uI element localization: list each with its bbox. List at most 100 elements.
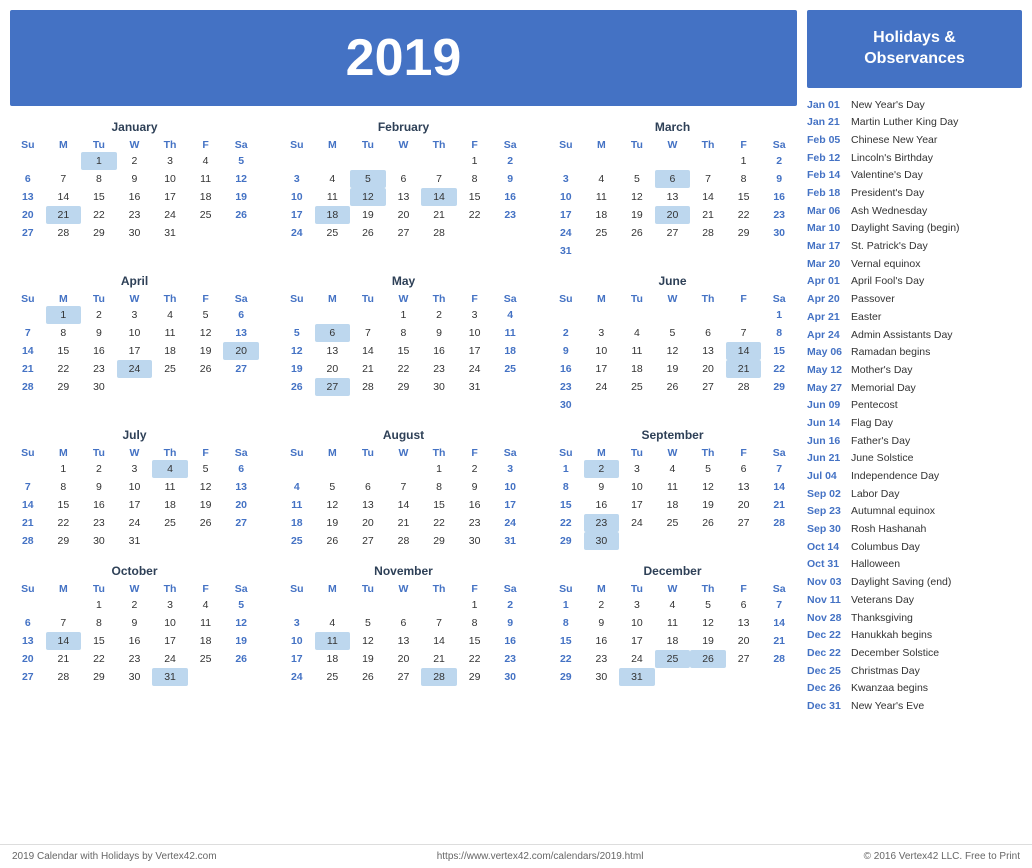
- calendar-day: 18: [279, 514, 315, 532]
- holiday-name: Ash Wednesday: [851, 204, 927, 219]
- day-header: F: [188, 292, 224, 306]
- holiday-name: New Year's Day: [851, 98, 925, 113]
- calendar-day: 23: [761, 206, 797, 224]
- calendar-day: 2: [457, 460, 493, 478]
- calendar-day: 17: [117, 496, 153, 514]
- holiday-item: Nov 28Thanksgiving: [807, 611, 1022, 626]
- month-may: MaySuMTuWThFSa12345678910111213141516171…: [279, 274, 528, 414]
- calendar-day: 25: [188, 650, 224, 668]
- holiday-item: Feb 12Lincoln's Birthday: [807, 151, 1022, 166]
- calendar-day: 13: [386, 188, 422, 206]
- calendar-day: 23: [117, 206, 153, 224]
- month-title: July: [10, 428, 259, 442]
- holiday-date: Dec 26: [807, 681, 845, 696]
- calendar-day: 28: [421, 224, 457, 242]
- calendar-day: 15: [457, 632, 493, 650]
- month-title: April: [10, 274, 259, 288]
- calendar-day: [619, 242, 655, 260]
- holiday-item: Jan 01New Year's Day: [807, 98, 1022, 113]
- calendar-day: [117, 378, 153, 396]
- holiday-item: May 27Memorial Day: [807, 381, 1022, 396]
- calendar-day: 19: [188, 342, 224, 360]
- calendar-day: 22: [46, 514, 82, 532]
- calendar-day: 14: [386, 496, 422, 514]
- day-header: Sa: [492, 582, 528, 596]
- holiday-item: Jun 16Father's Day: [807, 434, 1022, 449]
- calendar-day: 26: [350, 224, 386, 242]
- calendar-day: [386, 152, 422, 170]
- calendar-day: [655, 242, 691, 260]
- month-table: SuMTuWThFSa12345678910111213141516171819…: [548, 446, 797, 550]
- calendar-day: 4: [492, 306, 528, 324]
- calendar-day: 5: [188, 306, 224, 324]
- calendar-day: 1: [386, 306, 422, 324]
- month-title: November: [279, 564, 528, 578]
- footer-center: https://www.vertex42.com/calendars/2019.…: [437, 851, 644, 862]
- calendar-day: 22: [386, 360, 422, 378]
- holiday-item: Feb 05Chinese New Year: [807, 133, 1022, 148]
- calendar-day: 2: [421, 306, 457, 324]
- calendar-day: [726, 306, 762, 324]
- calendar-day: 28: [726, 378, 762, 396]
- calendar-day: 5: [223, 152, 259, 170]
- calendar-day: 9: [548, 342, 584, 360]
- calendar-day: 12: [690, 478, 726, 496]
- calendar-day: 20: [386, 650, 422, 668]
- calendar-day: 11: [619, 342, 655, 360]
- holiday-name: December Solstice: [851, 646, 939, 661]
- calendar-day: 7: [10, 478, 46, 496]
- calendar-day: [188, 668, 224, 686]
- calendar-day: 18: [315, 650, 351, 668]
- calendar-day: 5: [690, 460, 726, 478]
- calendar-day: 16: [761, 188, 797, 206]
- calendar-day: 24: [619, 514, 655, 532]
- calendar-day: 24: [279, 668, 315, 686]
- day-header: Su: [548, 292, 584, 306]
- holiday-date: Feb 12: [807, 151, 845, 166]
- day-header: F: [188, 582, 224, 596]
- calendar-day: [152, 378, 188, 396]
- calendar-day: 25: [619, 378, 655, 396]
- calendar-day: [386, 596, 422, 614]
- day-header: Th: [152, 446, 188, 460]
- calendar-day: 4: [315, 614, 351, 632]
- calendar-day: 11: [655, 478, 691, 496]
- calendar-day: 16: [117, 632, 153, 650]
- calendar-day: 21: [726, 360, 762, 378]
- calendar-day: 16: [548, 360, 584, 378]
- holiday-name: St. Patrick's Day: [851, 239, 928, 254]
- calendar-day: 17: [548, 206, 584, 224]
- calendar-day: [548, 306, 584, 324]
- calendar-day: [350, 460, 386, 478]
- holidays-section: Holidays &Observances Jan 01New Year's D…: [807, 10, 1022, 830]
- calendar-day: 1: [81, 152, 117, 170]
- calendar-day: 21: [46, 650, 82, 668]
- calendar-day: 28: [46, 224, 82, 242]
- calendar-day: 25: [584, 224, 620, 242]
- day-header: W: [386, 138, 422, 152]
- holiday-name: Christmas Day: [851, 664, 920, 679]
- month-table: SuMTuWThFSa12345678910111213141516171819…: [548, 138, 797, 260]
- calendar-day: 21: [690, 206, 726, 224]
- calendar-day: 8: [81, 614, 117, 632]
- calendar-day: 29: [421, 532, 457, 550]
- calendar-day: 1: [726, 152, 762, 170]
- holiday-date: Jul 04: [807, 469, 845, 484]
- holiday-name: Flag Day: [851, 416, 893, 431]
- holiday-item: Dec 22December Solstice: [807, 646, 1022, 661]
- calendar-day: 27: [223, 360, 259, 378]
- month-november: NovemberSuMTuWThFSa123456789101112131415…: [279, 564, 528, 686]
- calendar-day: 18: [152, 342, 188, 360]
- day-header: Tu: [619, 582, 655, 596]
- day-header: F: [188, 446, 224, 460]
- calendar-day: [46, 152, 82, 170]
- holiday-item: Apr 01April Fool's Day: [807, 274, 1022, 289]
- calendar-day: [315, 306, 351, 324]
- calendar-day: [223, 532, 259, 550]
- calendar-day: 21: [10, 514, 46, 532]
- calendar-day: 3: [279, 170, 315, 188]
- month-table: SuMTuWThFSa12345678910111213141516171819…: [279, 292, 528, 396]
- calendar-day: 27: [690, 378, 726, 396]
- calendar-day: [10, 306, 46, 324]
- calendar-day: 7: [46, 614, 82, 632]
